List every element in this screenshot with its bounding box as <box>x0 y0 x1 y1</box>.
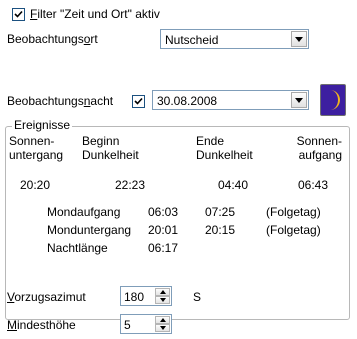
azimuth-label: Vorzugsazimut <box>7 290 86 304</box>
moonrise-note: (Folgetag) <box>266 205 321 219</box>
header-dark-end-line2: Dunkelheit <box>196 148 253 162</box>
azimuth-spin-buttons <box>155 288 170 304</box>
chevron-down-icon <box>160 326 166 330</box>
min-height-increment-button[interactable] <box>155 316 170 324</box>
moonset-time1: 20:01 <box>148 223 179 237</box>
header-dark-begin-line1: Beginn <box>82 134 120 148</box>
settings-panel: Filter "Zeit und Ort" aktiv Beobachtungs… <box>0 0 357 339</box>
filter-label[interactable]: Filter "Zeit und Ort" aktiv <box>30 7 160 21</box>
time-dark-begin: 22:23 <box>115 178 146 192</box>
time-sunset: 20:20 <box>20 178 51 192</box>
chevron-down-icon <box>160 298 166 302</box>
header-dark-end-line1: Ende <box>196 134 225 148</box>
night-checkbox[interactable] <box>132 95 145 108</box>
night-label: Beobachtungsnacht <box>7 94 114 108</box>
location-dropdown[interactable]: Nutscheid <box>160 29 309 49</box>
filter-checkbox[interactable] <box>12 8 25 21</box>
moonset-time2: 20:15 <box>205 223 236 237</box>
min-height-spin-buttons <box>155 316 170 332</box>
header-sunrise: Sonnen- aufgang <box>286 134 342 162</box>
chevron-down-icon[interactable] <box>291 92 307 108</box>
min-height-decrement-button[interactable] <box>155 324 170 332</box>
night-length-value: 06:17 <box>148 241 179 255</box>
checkmark-icon <box>14 10 23 18</box>
moonset-label: Monduntergang <box>47 223 132 237</box>
events-legend: Ereignisse <box>12 118 73 132</box>
header-dark-begin-line2: Dunkelheit <box>82 148 139 162</box>
azimuth-spinner[interactable]: 180 <box>120 286 172 306</box>
chevron-down-icon[interactable] <box>291 31 307 47</box>
azimuth-increment-button[interactable] <box>155 288 170 296</box>
min-height-spinner[interactable]: 5 <box>120 314 172 334</box>
header-sunrise-line1: Sonnen- <box>296 134 342 148</box>
night-length-label: Nachtlänge <box>47 241 108 255</box>
night-date-value: 30.08.2008 <box>157 94 218 108</box>
chevron-up-icon <box>160 318 166 322</box>
moon-button[interactable] <box>320 84 346 116</box>
header-sunset-line1: Sonnen- <box>9 134 55 148</box>
min-height-label: Mindesthöhe <box>7 318 76 332</box>
header-dark-begin: Beginn Dunkelheit <box>82 134 139 162</box>
header-sunset-line2: untergang <box>9 148 64 162</box>
header-dark-end: Ende Dunkelheit <box>196 134 253 162</box>
min-height-value: 5 <box>124 318 131 332</box>
header-sunset: Sonnen- untergang <box>9 134 63 162</box>
chevron-up-icon <box>160 290 166 294</box>
azimuth-value: 180 <box>124 290 145 304</box>
header-sunrise-line2: aufgang <box>298 148 342 162</box>
azimuth-unit: S <box>193 290 202 304</box>
moonrise-label: Mondaufgang <box>47 205 121 219</box>
location-label: Beobachtungsort <box>7 32 98 46</box>
time-sunrise: 06:43 <box>298 178 329 192</box>
night-date-dropdown[interactable]: 30.08.2008 <box>152 90 309 110</box>
checkmark-icon <box>134 97 143 105</box>
moonset-note: (Folgetag) <box>266 223 321 237</box>
azimuth-decrement-button[interactable] <box>155 296 170 304</box>
moonrise-time1: 06:03 <box>148 205 179 219</box>
time-dark-end: 04:40 <box>218 178 249 192</box>
crescent-moon-icon <box>330 90 340 110</box>
location-value: Nutscheid <box>165 33 219 47</box>
moonrise-time2: 07:25 <box>205 205 236 219</box>
